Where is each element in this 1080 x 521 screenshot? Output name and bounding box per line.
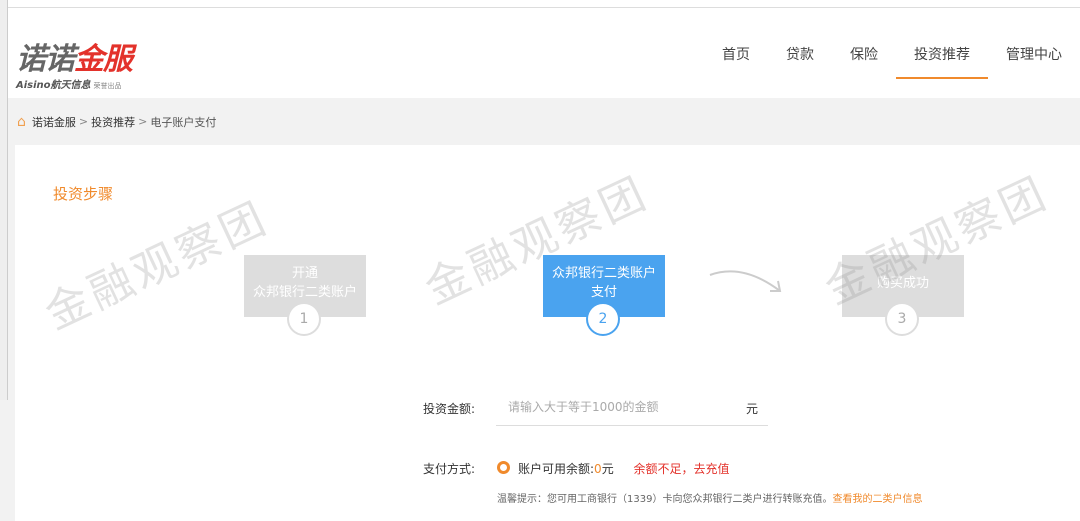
balance-option: 账户可用余额:0元 余额不足，去充值 [518, 462, 730, 476]
step-1: 开通 众邦银行二类账户 1 [244, 255, 366, 336]
amount-input[interactable] [496, 390, 726, 424]
window-top-strip [0, 0, 1080, 8]
tip: 温馨提示：您可用工商银行（1339）卡向您众邦银行二类户进行转账充值。查看我的二… [497, 494, 923, 505]
amount-field: 元 [496, 390, 768, 426]
nav-investment[interactable]: 投资推荐 [896, 8, 988, 98]
breadcrumb: ⌂ 诺诺金服 > 投资推荐 > 电子账户支付 [0, 98, 1080, 145]
step-arrow-icon [709, 270, 782, 292]
breadcrumb-item[interactable]: 诺诺金服 [32, 114, 76, 130]
header: 诺诺金服 Aisino航天信息 荣誉出品 首页 贷款 保险 投资推荐 管理中心 [0, 8, 1080, 98]
background-window-edge [0, 0, 8, 400]
step-3: 购买成功 3 [842, 255, 964, 336]
steps-title: 投资步骤 [53, 185, 114, 203]
step-2: 众邦银行二类账户 支付 2 [543, 255, 665, 336]
main-nav: 首页 贷款 保险 投资推荐 管理中心 [704, 8, 1080, 98]
logo[interactable]: 诺诺金服 Aisino航天信息 荣誉出品 [16, 34, 133, 91]
step-number: 2 [586, 302, 620, 336]
step-number: 3 [885, 302, 919, 336]
nav-home[interactable]: 首页 [704, 8, 768, 98]
amount-label: 投资金额: [423, 402, 476, 416]
watermark: 金融观察团 [37, 192, 277, 340]
pay-method-label: 支付方式: [423, 462, 476, 476]
breadcrumb-current: 电子账户支付 [150, 115, 217, 129]
recharge-link[interactable]: 余额不足，去充值 [634, 462, 730, 476]
home-icon[interactable]: ⌂ [17, 114, 26, 130]
breadcrumb-item[interactable]: 投资推荐 [91, 114, 135, 130]
balance-radio[interactable] [497, 461, 510, 474]
nav-management[interactable]: 管理中心 [988, 8, 1080, 98]
view-account-link[interactable]: 查看我的二类户信息 [832, 494, 922, 505]
nav-insurance[interactable]: 保险 [832, 8, 896, 98]
main-card: 投资步骤 开通 众邦银行二类账户 1 众邦银行二类账户 支付 2 购买成功 3 … [15, 145, 1080, 521]
nav-loan[interactable]: 贷款 [768, 8, 832, 98]
step-number: 1 [287, 302, 321, 336]
